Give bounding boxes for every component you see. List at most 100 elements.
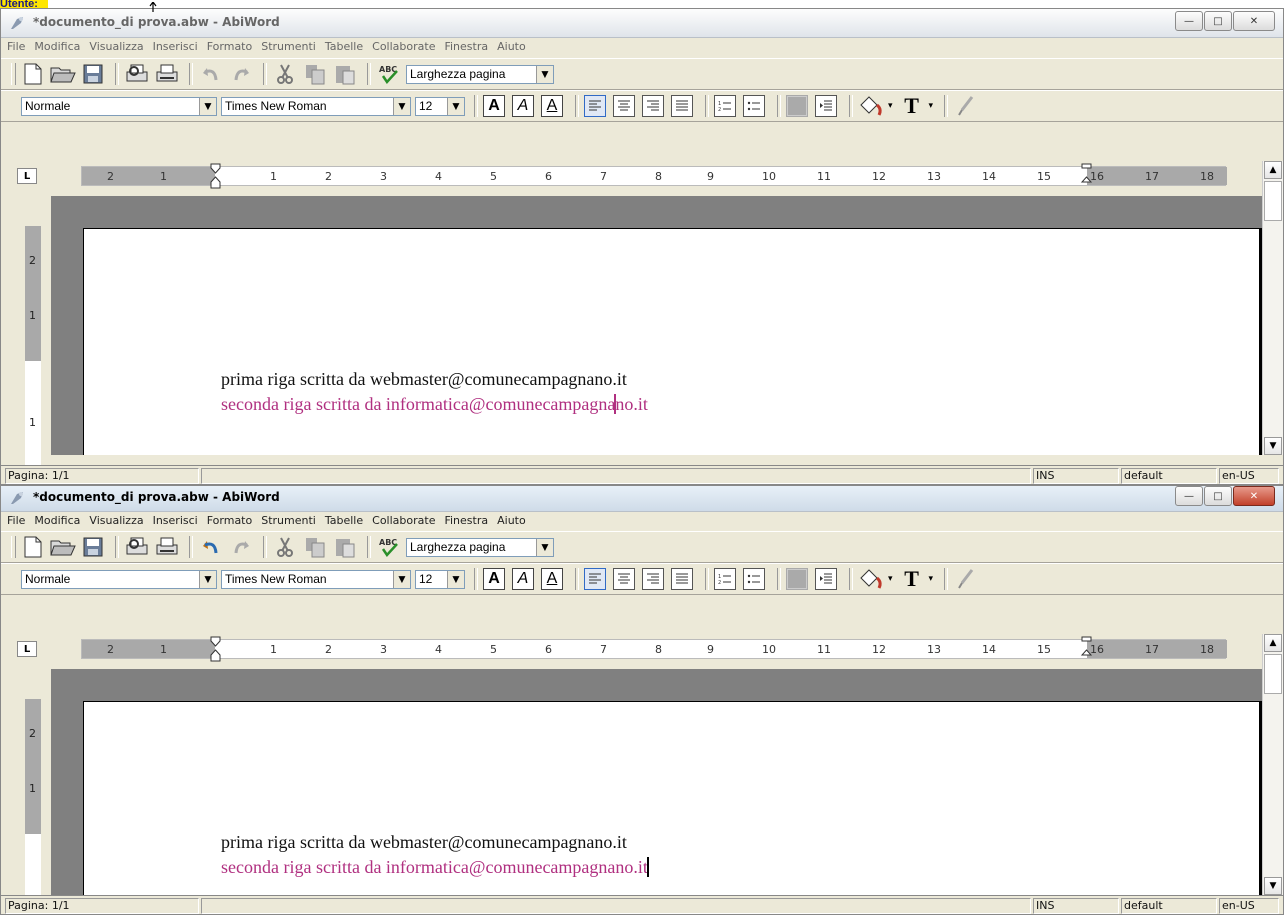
scroll-up-button[interactable]: ▲ [1264, 634, 1282, 652]
menu-file[interactable]: File [7, 38, 25, 56]
chevron-down-icon[interactable]: ▼ [447, 97, 464, 115]
background-color-button[interactable] [786, 568, 808, 590]
scroll-down-button[interactable]: ▼ [1264, 877, 1282, 895]
justify-button[interactable] [671, 95, 693, 117]
menu-tabelle[interactable]: Tabelle [325, 512, 363, 530]
close-button[interactable]: ✕ [1233, 11, 1275, 31]
font-combo[interactable]: Times New Roman ▼ [221, 569, 411, 589]
cut-button[interactable] [272, 62, 298, 86]
print-preview-button[interactable] [124, 535, 150, 559]
size-combo[interactable]: 12 ▼ [415, 96, 465, 116]
menu-collaborate[interactable]: Collaborate [372, 512, 435, 530]
zoom-combo[interactable]: Larghezza pagina ▼ [406, 537, 554, 557]
menu-visualizza[interactable]: Visualizza [89, 38, 143, 56]
chevron-down-icon[interactable]: ▼ [393, 97, 410, 115]
undo-button[interactable] [198, 62, 224, 86]
text-line-2[interactable]: seconda riga scritta da informatica@comu… [221, 857, 649, 878]
right-indent-marker-icon[interactable] [1081, 163, 1092, 189]
right-indent-marker-icon[interactable] [1081, 636, 1092, 662]
save-button[interactable] [80, 62, 106, 86]
toolbar-grip[interactable] [11, 536, 16, 558]
maximize-button[interactable]: □ [1204, 11, 1232, 31]
menu-collaborate[interactable]: Collaborate [372, 38, 435, 56]
spellcheck-button[interactable]: ABC [376, 535, 402, 559]
numbered-list-button[interactable]: 12 [714, 95, 736, 117]
chevron-down-icon[interactable]: ▾ [888, 101, 893, 111]
scroll-down-button[interactable]: ▼ [1264, 437, 1282, 455]
style-combo[interactable]: Normale ▼ [21, 96, 217, 116]
horizontal-ruler[interactable]: 2 1 1 2 3 4 5 6 7 8 9 10 11 12 13 14 15 … [81, 636, 1227, 662]
undo-button[interactable] [198, 535, 224, 559]
new-button[interactable] [20, 62, 46, 86]
underline-button[interactable]: A [541, 568, 563, 590]
italic-button[interactable]: A [512, 568, 534, 590]
format-painter-button[interactable] [953, 94, 979, 118]
tab-selector[interactable]: L [17, 641, 37, 657]
align-left-button[interactable] [584, 568, 606, 590]
copy-button[interactable] [302, 535, 328, 559]
menu-aiuto[interactable]: Aiuto [497, 512, 526, 530]
menu-modifica[interactable]: Modifica [34, 38, 80, 56]
chevron-down-icon[interactable]: ▼ [536, 538, 553, 556]
bullet-list-button[interactable] [743, 95, 765, 117]
menu-strumenti[interactable]: Strumenti [261, 38, 316, 56]
menu-formato[interactable]: Formato [207, 38, 253, 56]
open-button[interactable] [50, 535, 76, 559]
document-page[interactable]: prima riga scritta da webmaster@comuneca… [83, 701, 1262, 895]
background-color-button[interactable] [786, 95, 808, 117]
zoom-combo[interactable]: Larghezza pagina ▼ [406, 64, 554, 84]
title-bar[interactable]: *documento_di prova.abw - AbiWord — □ ✕ [1, 486, 1283, 512]
align-center-button[interactable] [613, 568, 635, 590]
fill-color-button[interactable] [858, 567, 884, 591]
chevron-down-icon[interactable]: ▼ [199, 97, 216, 115]
new-button[interactable] [20, 535, 46, 559]
fill-color-button[interactable] [858, 94, 884, 118]
menu-finestra[interactable]: Finestra [444, 38, 488, 56]
print-preview-button[interactable] [124, 62, 150, 86]
size-combo[interactable]: 12 ▼ [415, 569, 465, 589]
menu-inserisci[interactable]: Inserisci [153, 38, 198, 56]
align-left-button[interactable] [584, 95, 606, 117]
indent-button[interactable] [815, 95, 837, 117]
vertical-ruler[interactable]: 2 1 1 [21, 226, 43, 476]
menu-formato[interactable]: Formato [207, 512, 253, 530]
justify-button[interactable] [671, 568, 693, 590]
scroll-thumb[interactable] [1264, 654, 1282, 694]
scroll-up-button[interactable]: ▲ [1264, 161, 1282, 179]
style-combo[interactable]: Normale ▼ [21, 569, 217, 589]
numbered-list-button[interactable]: 12 [714, 568, 736, 590]
menu-aiuto[interactable]: Aiuto [497, 38, 526, 56]
menu-visualizza[interactable]: Visualizza [89, 512, 143, 530]
horizontal-ruler[interactable]: 2 1 1 2 3 4 5 6 7 8 9 10 11 12 13 14 15 … [81, 163, 1227, 189]
title-bar[interactable]: *documento_di prova.abw - AbiWord — □ ✕ [1, 9, 1283, 38]
align-right-button[interactable] [642, 95, 664, 117]
tab-selector[interactable]: L [17, 168, 37, 184]
cut-button[interactable] [272, 535, 298, 559]
chevron-down-icon[interactable]: ▼ [393, 570, 410, 588]
menu-strumenti[interactable]: Strumenti [261, 512, 316, 530]
chevron-down-icon[interactable]: ▼ [447, 570, 464, 588]
save-button[interactable] [80, 535, 106, 559]
underline-button[interactable]: A [541, 95, 563, 117]
text-line-1[interactable]: prima riga scritta da webmaster@comuneca… [221, 369, 627, 390]
text-line-1[interactable]: prima riga scritta da webmaster@comuneca… [221, 832, 627, 853]
menu-tabelle[interactable]: Tabelle [325, 38, 363, 56]
menu-modifica[interactable]: Modifica [34, 512, 80, 530]
vertical-scrollbar[interactable]: ▲ ▼ [1262, 161, 1283, 455]
align-right-button[interactable] [642, 568, 664, 590]
left-indent-marker-icon[interactable] [210, 636, 221, 662]
format-painter-button[interactable] [953, 567, 979, 591]
font-combo[interactable]: Times New Roman ▼ [221, 96, 411, 116]
redo-button[interactable] [228, 62, 254, 86]
align-center-button[interactable] [613, 95, 635, 117]
paste-button[interactable] [332, 535, 358, 559]
chevron-down-icon[interactable]: ▾ [929, 574, 934, 584]
redo-button[interactable] [228, 535, 254, 559]
minimize-button[interactable]: — [1175, 11, 1203, 31]
chevron-down-icon[interactable]: ▼ [199, 570, 216, 588]
chevron-down-icon[interactable]: ▾ [929, 101, 934, 111]
toolbar-grip[interactable] [11, 63, 16, 85]
paste-button[interactable] [332, 62, 358, 86]
menu-inserisci[interactable]: Inserisci [153, 512, 198, 530]
spellcheck-button[interactable]: ABC [376, 62, 402, 86]
